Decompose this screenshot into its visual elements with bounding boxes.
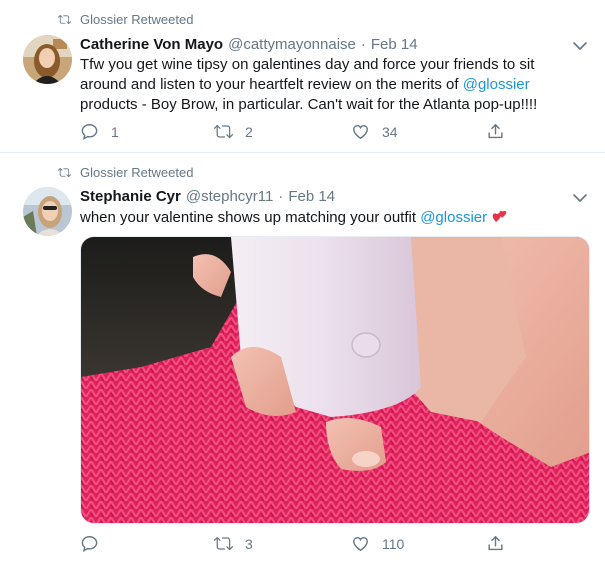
avatar[interactable] — [23, 187, 72, 236]
retweeted-by-label: Glossier Retweeted — [80, 165, 194, 180]
heart-icon — [353, 537, 368, 552]
share-icon — [488, 124, 503, 139]
heart-icon — [353, 125, 368, 140]
retweet-icon — [58, 167, 71, 178]
reply-icon — [81, 536, 98, 553]
reply-count: 1 — [111, 123, 119, 140]
tweet-photo[interactable] — [80, 236, 590, 524]
tweet-2[interactable]: Glossier Retweeted Stephanie Cyr @stephc… — [0, 154, 605, 568]
like-count: 34 — [382, 123, 398, 140]
author-handle[interactable]: @stephcyr11 — [186, 188, 274, 205]
author-name[interactable]: Catherine Von Mayo — [80, 36, 223, 53]
tweet-text-part1: when your valentine shows up matching yo… — [80, 209, 421, 226]
share-button[interactable] — [486, 534, 505, 553]
like-button[interactable]: 110 — [351, 534, 404, 553]
tweet-text: when your valentine shows up matching yo… — [80, 208, 580, 228]
share-button[interactable] — [486, 122, 505, 141]
tweet-date[interactable]: Feb 14 — [288, 188, 335, 205]
retweet-context: Glossier Retweeted — [58, 165, 193, 180]
retweet-button[interactable]: 2 — [214, 122, 253, 141]
like-button[interactable]: 34 — [351, 122, 398, 141]
mention-link[interactable]: @glossier — [463, 76, 530, 93]
reply-icon — [81, 124, 98, 141]
tweet-header: Stephanie Cyr @stephcyr11 · Feb 14 — [80, 188, 335, 205]
avatar-image — [23, 187, 72, 236]
avatar-image — [23, 35, 72, 84]
retweet-count: 3 — [245, 535, 253, 552]
like-count: 110 — [382, 535, 405, 552]
separator-dot: · — [278, 188, 284, 205]
tweet-text: Tfw you get wine tipsy on galentines day… — [80, 55, 580, 115]
author-name[interactable]: Stephanie Cyr — [80, 188, 181, 205]
share-icon — [488, 536, 503, 551]
retweeted-by-label: Glossier Retweeted — [80, 12, 194, 27]
avatar[interactable] — [23, 35, 72, 84]
retweet-count: 2 — [245, 123, 253, 140]
mention-link[interactable]: @glossier — [420, 209, 487, 226]
tweet-actions: 1 2 34 — [80, 122, 510, 142]
reply-button[interactable]: 1 — [80, 122, 119, 141]
reply-button[interactable] — [80, 534, 111, 553]
retweet-context: Glossier Retweeted — [58, 12, 193, 27]
tweet-1[interactable]: Glossier Retweeted Catherine Von Mayo @c… — [0, 0, 605, 153]
photo-image — [81, 237, 589, 523]
tweet-text-part2: products - Boy Brow, in particular. Can'… — [80, 96, 538, 113]
retweet-icon — [214, 124, 233, 139]
tweet-header: Catherine Von Mayo @cattymayonnaise · Fe… — [80, 36, 418, 53]
chevron-down-icon[interactable] — [573, 41, 587, 51]
retweet-icon — [214, 536, 233, 551]
separator-dot: · — [360, 36, 366, 53]
retweet-button[interactable]: 3 — [214, 534, 253, 553]
author-handle[interactable]: @cattymayonnaise — [228, 36, 356, 53]
retweet-icon — [58, 14, 71, 25]
two-hearts-emoji — [492, 210, 507, 222]
tweet-date[interactable]: Feb 14 — [371, 36, 418, 53]
tweet-actions: 3 110 — [80, 534, 510, 554]
chevron-down-icon[interactable] — [573, 193, 587, 203]
